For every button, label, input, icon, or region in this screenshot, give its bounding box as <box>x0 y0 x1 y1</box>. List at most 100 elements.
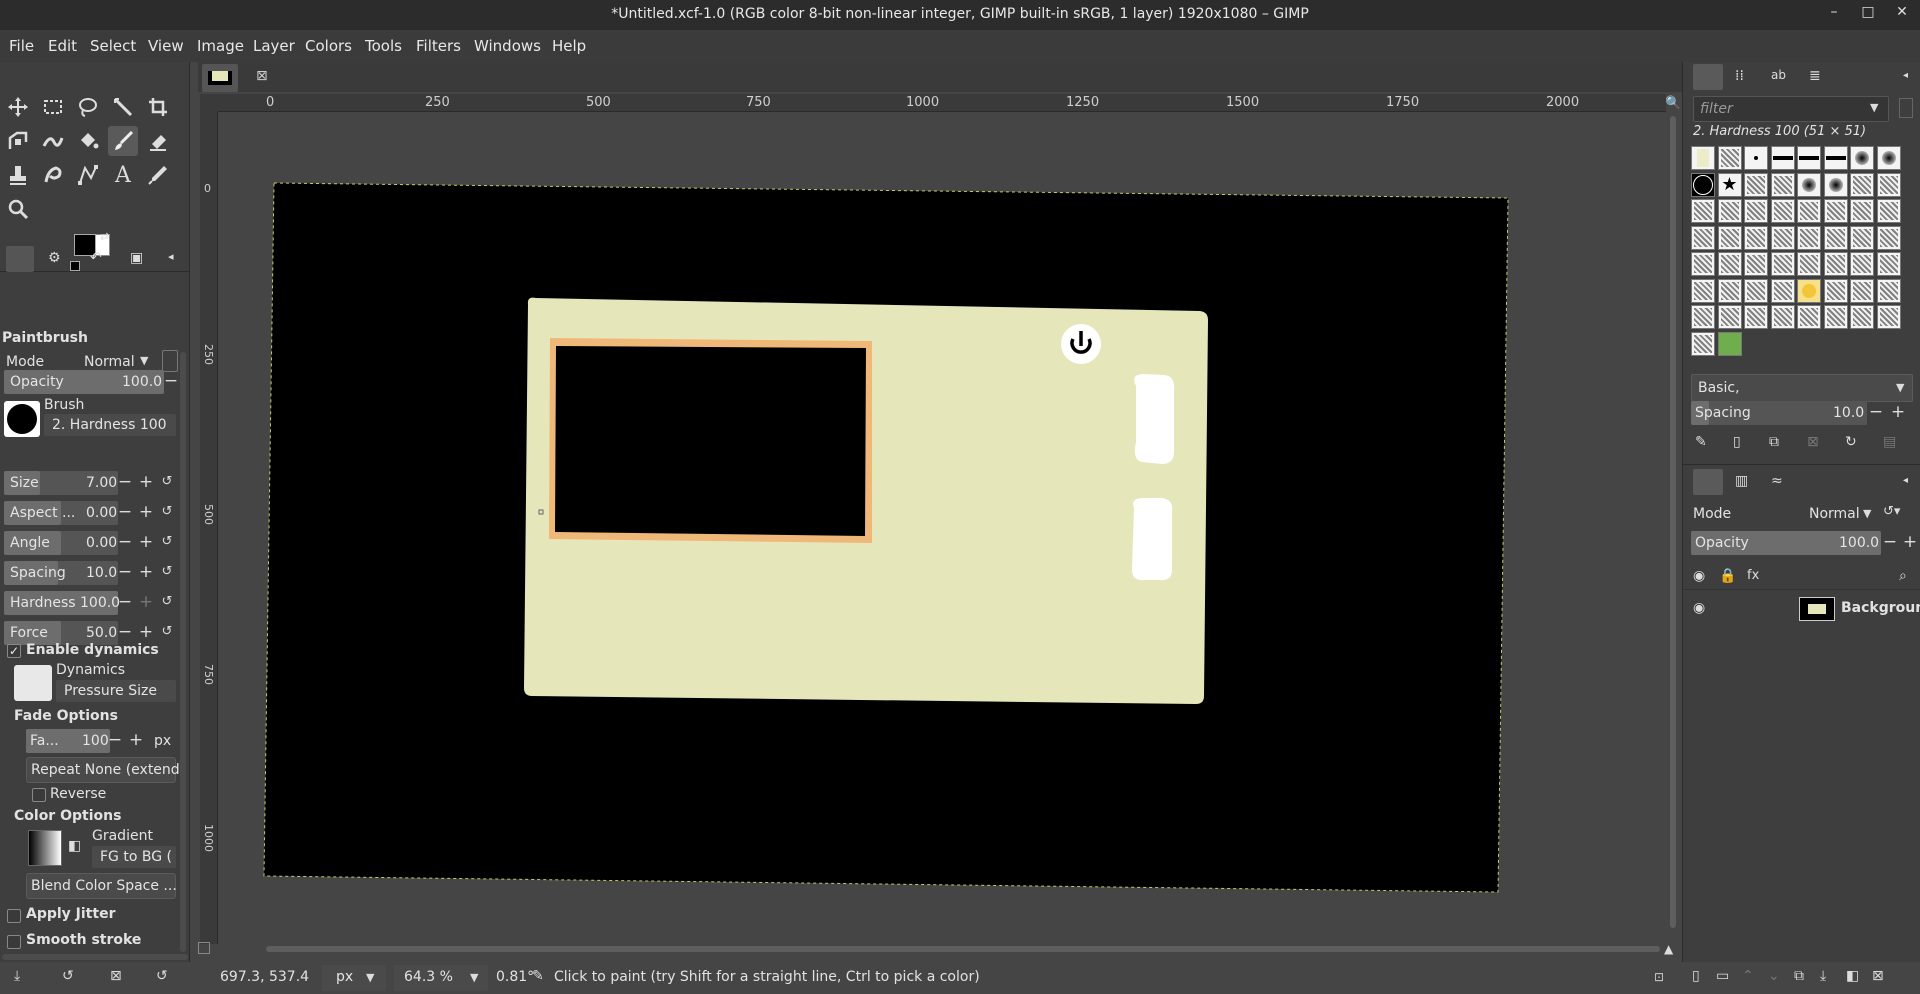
tool-options-tab-icon[interactable] <box>6 246 34 272</box>
brush-filter-input[interactable]: filter ▼ <box>1693 96 1889 122</box>
hardness-minus-icon[interactable]: − <box>116 591 134 615</box>
brush-thumbnail[interactable] <box>1823 225 1848 250</box>
visibility-header-icon[interactable]: ◉ <box>1693 568 1705 584</box>
menu-file[interactable]: File <box>9 37 34 55</box>
brush-thumbnail[interactable] <box>1744 146 1768 170</box>
open-brush-icon[interactable]: ▤ <box>1883 434 1896 450</box>
brush-thumbnail[interactable] <box>1691 199 1715 223</box>
rect-select-icon[interactable] <box>38 92 68 122</box>
bucket-fill-icon[interactable] <box>73 126 103 156</box>
spacing-reset-icon[interactable]: ↺ <box>158 561 176 585</box>
chevron-down-icon[interactable]: ▼ <box>140 354 148 367</box>
brush-name-field[interactable]: 2. Hardness 100 <box>44 414 176 436</box>
gradient-preview[interactable] <box>28 830 62 866</box>
chevron-down-icon[interactable]: ▼ <box>1870 101 1878 114</box>
apply-jitter-checkbox[interactable] <box>7 909 21 923</box>
color-picker-icon[interactable] <box>143 160 173 190</box>
delete-layer-icon[interactable]: ⊠ <box>1872 968 1884 984</box>
brush-thumbnail[interactable] <box>1850 225 1874 250</box>
brush-thumbnail[interactable] <box>1770 252 1795 276</box>
chevron-down-icon[interactable]: ▼ <box>470 971 478 984</box>
size-minus-icon[interactable]: − <box>116 471 134 495</box>
chevron-down-icon[interactable]: ▼ <box>1896 381 1904 394</box>
mode-reset-icon[interactable] <box>162 350 178 372</box>
mode-dropdown[interactable]: Normal <box>84 354 135 370</box>
dynamics-field[interactable]: Pressure Size <box>56 680 176 702</box>
tool-options-scrollbar[interactable] <box>180 352 186 952</box>
hardness-reset-icon[interactable]: ↺ <box>158 591 176 615</box>
images-tab-icon[interactable]: ▣ <box>130 250 143 266</box>
opacity-plus-icon[interactable]: + <box>1901 531 1919 555</box>
brush-thumbnail[interactable] <box>1876 199 1901 223</box>
new-brush-icon[interactable]: ▯ <box>1733 434 1741 450</box>
navigate-icon[interactable]: ▲ <box>1664 942 1673 956</box>
aspect-reset-icon[interactable]: ↺ <box>158 501 176 525</box>
image-tab-thumbnail[interactable] <box>202 64 238 92</box>
eraser-icon[interactable] <box>143 126 173 156</box>
tab-menu-icon[interactable]: ◂ <box>1903 70 1908 81</box>
hardness-plus-icon[interactable]: + <box>137 591 155 615</box>
duplicate-layer-icon[interactable]: ⧉ <box>1794 968 1804 984</box>
zoom-dropdown[interactable]: 64.3 % ▼ <box>394 965 488 991</box>
status-options-icon[interactable]: ⊡ <box>1654 970 1664 984</box>
duplicate-brush-icon[interactable]: ⧉ <box>1769 434 1779 450</box>
brush-thumbnail[interactable] <box>1717 331 1742 356</box>
menu-edit[interactable]: Edit <box>48 37 77 55</box>
fade-length-slider[interactable]: Fa... 100 <box>26 729 110 753</box>
brush-grid[interactable]: ★ <box>1691 146 1913 358</box>
brush-thumbnail[interactable] <box>1850 146 1874 170</box>
brush-thumbnail[interactable] <box>1717 225 1742 250</box>
document-history-tab-icon[interactable]: ≣ <box>1809 68 1821 84</box>
paintbrush-icon[interactable] <box>108 126 138 156</box>
refresh-brushes-icon[interactable]: ↻ <box>1845 434 1857 450</box>
hardness-slider[interactable]: Hardness 100.0 <box>4 591 120 615</box>
brush-thumbnail[interactable] <box>1691 278 1715 303</box>
lock-header-icon[interactable]: 🔒 <box>1719 568 1736 584</box>
layer-row[interactable]: ◉ Background <box>1683 594 1920 624</box>
brush-thumbnail[interactable] <box>1744 305 1768 329</box>
brush-thumbnail[interactable] <box>1691 252 1715 276</box>
chevron-down-icon[interactable]: ▼ <box>1863 507 1871 520</box>
brush-thumbnail[interactable] <box>1876 252 1901 276</box>
horizontal-ruler[interactable]: 0 250 500 750 1000 1250 1500 1750 2000 <box>218 94 1666 112</box>
repeat-dropdown[interactable]: Repeat None (extend) <box>26 757 185 783</box>
menu-layer[interactable]: Layer <box>253 37 295 55</box>
brush-thumbnail[interactable] <box>1823 172 1848 197</box>
brush-thumbnail[interactable] <box>1823 146 1848 170</box>
brush-thumbnail[interactable] <box>1850 278 1874 303</box>
brush-thumbnail[interactable] <box>1717 146 1742 170</box>
spacing-plus-icon[interactable]: + <box>1889 401 1907 425</box>
warp-icon[interactable] <box>38 126 68 156</box>
brush-thumbnail[interactable] <box>1770 225 1795 250</box>
brush-thumbnail[interactable] <box>1823 278 1848 303</box>
angle-reset-icon[interactable]: ↺ <box>158 531 176 555</box>
gradient-reverse-icon[interactable]: ◧ <box>68 838 81 854</box>
layer-mode-dropdown[interactable]: Normal <box>1809 506 1860 522</box>
ruler-corner-icon[interactable] <box>200 94 218 112</box>
brush-thumbnail[interactable] <box>1850 252 1874 276</box>
size-slider[interactable]: Size 7.00 <box>4 471 118 495</box>
size-plus-icon[interactable]: + <box>137 471 155 495</box>
brush-thumbnail[interactable] <box>1717 252 1742 276</box>
opacity-minus-icon[interactable]: − <box>1881 531 1899 555</box>
blend-space-dropdown[interactable]: Blend Color Space ... <box>26 873 177 899</box>
zoom-icon[interactable] <box>3 194 33 224</box>
brushes-tab-icon[interactable] <box>1693 64 1723 90</box>
brush-thumbnail[interactable] <box>1770 172 1795 197</box>
menu-view[interactable]: View <box>148 37 184 55</box>
menu-filters[interactable]: Filters <box>416 37 461 55</box>
menu-image[interactable]: Image <box>197 37 244 55</box>
menu-windows[interactable]: Windows <box>474 37 541 55</box>
tab-menu-icon[interactable]: ◂ <box>1903 475 1908 486</box>
layer-name[interactable]: Background <box>1841 600 1920 616</box>
brush-thumbnail[interactable] <box>1744 252 1768 276</box>
force-reset-icon[interactable]: ↺ <box>158 621 176 645</box>
reverse-checkbox[interactable] <box>32 788 46 802</box>
brush-thumbnail[interactable] <box>1797 199 1821 223</box>
layer-opacity-slider[interactable]: Opacity 100.0 <box>1691 531 1881 555</box>
fade-plus-icon[interactable]: + <box>127 729 145 753</box>
brush-thumbnail[interactable] <box>1823 305 1848 329</box>
brush-thumbnail[interactable] <box>1823 252 1848 276</box>
tool-options-hscrollbar[interactable] <box>2 954 188 960</box>
brush-thumbnail[interactable] <box>1744 172 1768 197</box>
